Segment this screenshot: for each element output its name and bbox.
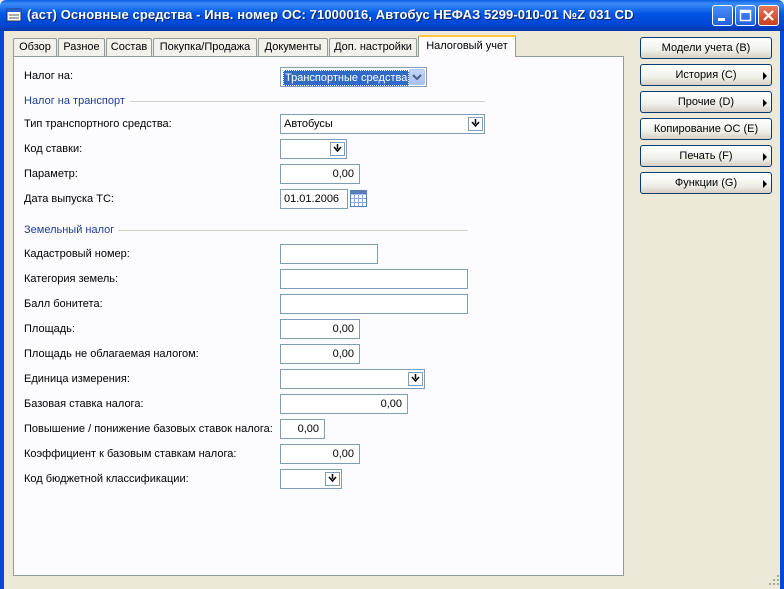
functions-button[interactable]: Функции (G)	[640, 172, 772, 194]
parameter-label: Параметр:	[24, 168, 78, 180]
other-label: Прочие (D)	[677, 96, 735, 108]
accounting-models-label: Модели учета (В)	[661, 42, 751, 54]
rate-code-dropdown[interactable]	[280, 139, 347, 159]
tab-extra-settings[interactable]: Доп. настройки	[329, 38, 417, 56]
minimize-icon	[718, 18, 725, 21]
form-icon[interactable]	[6, 7, 22, 23]
untaxed-area-input[interactable]: 0,00	[280, 344, 360, 364]
window-title: (аст) Основные средства - Инв. номер ОС:…	[27, 7, 634, 22]
close-button[interactable]	[758, 5, 779, 26]
bonitet-input[interactable]	[280, 294, 468, 314]
bonitet-label: Балл бонитета:	[24, 298, 103, 310]
transport-section-title: Налог на транспорт	[24, 95, 125, 107]
coefficient-label: Коэффициент к базовым ставкам налога:	[24, 448, 237, 460]
section-divider	[130, 101, 485, 102]
coefficient-input[interactable]: 0,00	[280, 444, 360, 464]
functions-label: Функции (G)	[674, 177, 738, 189]
tab-documents[interactable]: Документы	[258, 38, 328, 56]
submenu-arrow-icon	[763, 72, 767, 80]
area-label: Площадь:	[24, 323, 75, 335]
history-label: История (С)	[675, 69, 737, 81]
tab-purchase-sale[interactable]: Покупка/Продажа	[153, 38, 257, 56]
close-icon	[763, 10, 774, 21]
print-label: Печать (F)	[679, 150, 733, 162]
other-button[interactable]: Прочие (D)	[640, 91, 772, 113]
window-frame-right	[780, 31, 784, 589]
copy-asset-button[interactable]: Копирование ОС (Е)	[640, 118, 772, 140]
land-category-input[interactable]	[280, 269, 468, 289]
tab-misc[interactable]: Разное	[58, 38, 105, 56]
base-rate-label: Базовая ставка налога:	[24, 398, 144, 410]
budget-code-label: Код бюджетной классификации:	[24, 473, 189, 485]
cadastral-label: Кадастровый номер:	[24, 248, 130, 260]
history-button[interactable]: История (С)	[640, 64, 772, 86]
release-date-label: Дата выпуска ТС:	[24, 193, 114, 205]
dropdown-arrow-icon[interactable]	[408, 372, 423, 386]
vehicle-type-value: Автобусы	[284, 118, 333, 130]
land-category-label: Категория земель:	[24, 273, 119, 285]
print-button[interactable]: Печать (F)	[640, 145, 772, 167]
submenu-arrow-icon	[763, 180, 767, 188]
untaxed-area-label: Площадь не облагаемая налогом:	[24, 348, 199, 360]
calendar-icon[interactable]	[350, 190, 367, 207]
unit-dropdown[interactable]	[280, 369, 425, 389]
land-section-title: Земельный налог	[24, 224, 115, 236]
dropdown-arrow-icon[interactable]	[468, 117, 483, 131]
tab-panel	[13, 56, 624, 576]
chevron-down-icon[interactable]	[409, 69, 425, 85]
unit-label: Единица измерения:	[24, 373, 130, 385]
submenu-arrow-icon	[763, 153, 767, 161]
rate-change-input[interactable]: 0,00	[280, 419, 325, 439]
vehicle-type-dropdown[interactable]: Автобусы	[280, 114, 485, 134]
submenu-arrow-icon	[763, 99, 767, 107]
maximize-icon	[739, 9, 752, 22]
budget-code-dropdown[interactable]	[280, 469, 342, 489]
tab-tax-accounting[interactable]: Налоговый учет	[418, 35, 516, 57]
section-divider	[118, 230, 468, 231]
copy-asset-label: Копирование ОС (Е)	[653, 123, 759, 135]
area-input[interactable]: 0,00	[280, 319, 360, 339]
resize-grip-icon[interactable]	[768, 574, 780, 586]
dropdown-arrow-icon[interactable]	[330, 142, 345, 156]
cadastral-input[interactable]	[280, 244, 378, 264]
maximize-button[interactable]	[735, 5, 756, 26]
rate-code-label: Код ставки:	[24, 143, 83, 155]
parameter-input[interactable]: 0,00	[280, 164, 360, 184]
accounting-models-button[interactable]: Модели учета (В)	[640, 37, 772, 59]
tab-composition[interactable]: Состав	[106, 38, 152, 56]
vehicle-type-label: Тип транспортного средства:	[24, 118, 172, 130]
release-date-input[interactable]: 01.01.2006	[280, 189, 348, 209]
window-frame-left	[0, 31, 4, 589]
tax-type-dropdown[interactable]: Транспортные средства	[280, 67, 427, 87]
base-rate-input[interactable]: 0,00	[280, 394, 408, 414]
tab-overview[interactable]: Обзор	[13, 38, 57, 56]
dropdown-arrow-icon[interactable]	[325, 472, 340, 486]
minimize-button[interactable]	[712, 5, 733, 26]
nalog-na-label: Налог на:	[24, 70, 74, 82]
tax-type-value: Транспортные средства	[283, 70, 410, 86]
rate-change-label: Повышение / понижение базовых ставок нал…	[24, 423, 273, 435]
